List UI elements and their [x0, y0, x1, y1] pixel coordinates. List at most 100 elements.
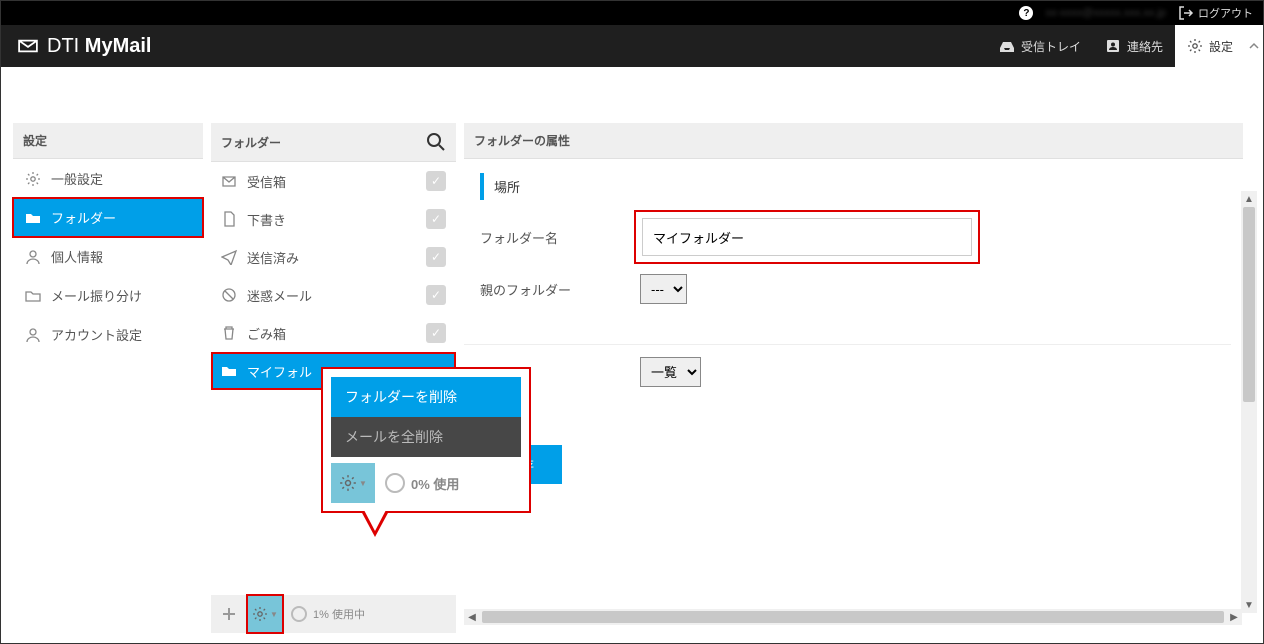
folder-item-spam[interactable]: 迷惑メール ✓: [211, 276, 456, 314]
settings-sidebar: 設定 一般設定 フォルダー 個人情報 メ: [13, 123, 203, 633]
menu-item-delete-all-mail[interactable]: メールを全削除: [331, 417, 521, 457]
popup-tail-icon: [361, 511, 389, 537]
properties-title: フォルダーの属性: [464, 123, 1243, 159]
scroll-up-icon[interactable]: ▲: [1241, 191, 1257, 207]
nav-inbox-label: 受信トレイ: [1021, 38, 1081, 55]
folder-icon: [221, 363, 237, 379]
view-mode-select[interactable]: 一覧: [640, 357, 701, 387]
contacts-icon: [1105, 38, 1121, 54]
plus-icon: [221, 606, 237, 622]
popup-usage: 0% 使用: [385, 473, 459, 493]
person-icon: [25, 249, 41, 265]
settings-item-label: 一般設定: [51, 169, 103, 188]
nav-contacts[interactable]: 連絡先: [1093, 25, 1175, 67]
settings-item-personal[interactable]: 個人情報: [13, 237, 203, 276]
workspace: 設定 一般設定 フォルダー 個人情報 メ: [1, 67, 1263, 643]
gear-icon: [25, 171, 41, 187]
inbox-icon: [999, 38, 1015, 54]
settings-item-label: メール振り分け: [51, 286, 142, 305]
folder-label: 受信箱: [247, 172, 286, 191]
menu-item-delete-folder[interactable]: フォルダーを削除: [331, 377, 521, 417]
folders-title: フォルダー: [221, 134, 281, 151]
folder-open-icon: [25, 288, 41, 304]
mail-logo-icon: [17, 38, 39, 54]
settings-item-folders[interactable]: フォルダー: [13, 198, 203, 237]
parent-folder-label: 親のフォルダー: [480, 280, 600, 299]
folder-label: ごみ箱: [247, 324, 286, 343]
folder-label: マイフォル: [247, 362, 312, 381]
section-location-label: 場所: [480, 173, 530, 200]
folder-actions-popup: フォルダーを削除 メールを全削除 ▼ 0% 使用: [321, 367, 531, 513]
check-icon: ✓: [426, 209, 446, 229]
settings-item-account[interactable]: アカウント設定: [13, 315, 203, 354]
caret-down-icon: ▼: [270, 610, 278, 619]
ring-icon: [385, 473, 405, 493]
inbox-icon: [221, 173, 237, 189]
folders-footer: ▼ 1% 使用中: [211, 595, 456, 633]
check-icon: ✓: [426, 171, 446, 191]
folder-actions-button[interactable]: ▼: [247, 595, 283, 633]
trash-icon: [221, 325, 237, 341]
nav-contacts-label: 連絡先: [1127, 38, 1163, 55]
settings-item-label: アカウント設定: [51, 325, 142, 344]
folder-item-sent[interactable]: 送信済み ✓: [211, 238, 456, 276]
settings-item-label: フォルダー: [51, 208, 116, 227]
nav-chevron-up-icon[interactable]: [1245, 25, 1263, 67]
nav-settings-label: 設定: [1209, 38, 1233, 55]
account-icon: [25, 327, 41, 343]
folder-label: 下書き: [247, 210, 286, 229]
gear-icon: [252, 606, 268, 622]
scroll-down-icon[interactable]: ▼: [1241, 597, 1257, 613]
popup-gear-button[interactable]: ▼: [331, 463, 375, 503]
gear-icon: [339, 474, 357, 492]
document-icon: [221, 211, 237, 227]
scroll-right-icon[interactable]: ▶: [1226, 609, 1242, 625]
nav-inbox[interactable]: 受信トレイ: [987, 25, 1093, 67]
usage-text: 1% 使用中: [313, 606, 365, 622]
folder-name-label: フォルダー名: [480, 228, 600, 247]
settings-title: 設定: [13, 123, 203, 159]
check-icon: ✓: [426, 285, 446, 305]
logout-icon: [1178, 5, 1194, 21]
folder-item-inbox[interactable]: 受信箱 ✓: [211, 162, 456, 200]
brand: DTI MyMail: [17, 35, 151, 58]
add-folder-button[interactable]: [211, 595, 247, 633]
popup-footer: ▼ 0% 使用: [331, 463, 521, 503]
help-icon[interactable]: ?: [1019, 6, 1033, 20]
sent-icon: [221, 249, 237, 265]
folder-name-input[interactable]: [642, 218, 972, 256]
logout-label: ログアウト: [1198, 5, 1253, 21]
scroll-left-icon[interactable]: ◀: [464, 609, 480, 625]
account-email: xx-xxxx@xxxxx.xxx.xx.jp: [1045, 7, 1166, 19]
folder-label: 送信済み: [247, 248, 299, 267]
brand-text: DTI MyMail: [47, 35, 151, 58]
gear-icon: [1187, 38, 1203, 54]
popup-usage-text: 0% 使用: [411, 474, 459, 493]
utility-bar: ? xx-xxxx@xxxxx.xxx.xx.jp ログアウト: [1, 1, 1263, 25]
settings-item-filters[interactable]: メール振り分け: [13, 276, 203, 315]
vertical-scrollbar[interactable]: ▲ ▼: [1241, 191, 1257, 613]
folder-item-trash[interactable]: ごみ箱 ✓: [211, 314, 456, 352]
context-menu: フォルダーを削除 メールを全削除: [331, 377, 521, 457]
folder-label: 迷惑メール: [247, 286, 312, 305]
properties-column: フォルダーの属性 場所 フォルダー名 親のフォルダー ---: [464, 123, 1243, 633]
folder-item-drafts[interactable]: 下書き ✓: [211, 200, 456, 238]
caret-down-icon: ▼: [359, 479, 367, 488]
check-icon: ✓: [426, 247, 446, 267]
horizontal-scrollbar[interactable]: ◀ ▶: [464, 609, 1242, 625]
properties-body: 場所 フォルダー名 親のフォルダー ---: [464, 155, 1231, 609]
settings-item-general[interactable]: 一般設定: [13, 159, 203, 198]
main-nav: 受信トレイ 連絡先 設定: [987, 25, 1263, 67]
folders-title-bar: フォルダー: [211, 123, 456, 162]
storage-usage: 1% 使用中: [291, 606, 365, 622]
parent-folder-select[interactable]: ---: [640, 274, 687, 304]
folder-icon: [25, 210, 41, 226]
check-icon: ✓: [426, 323, 446, 343]
spam-icon: [221, 287, 237, 303]
search-icon[interactable]: [426, 132, 446, 152]
nav-settings[interactable]: 設定: [1175, 25, 1245, 67]
logout-link[interactable]: ログアウト: [1178, 5, 1253, 21]
settings-item-label: 個人情報: [51, 247, 103, 266]
app-header: DTI MyMail 受信トレイ 連絡先 設定: [1, 25, 1263, 67]
ring-icon: [291, 606, 307, 622]
